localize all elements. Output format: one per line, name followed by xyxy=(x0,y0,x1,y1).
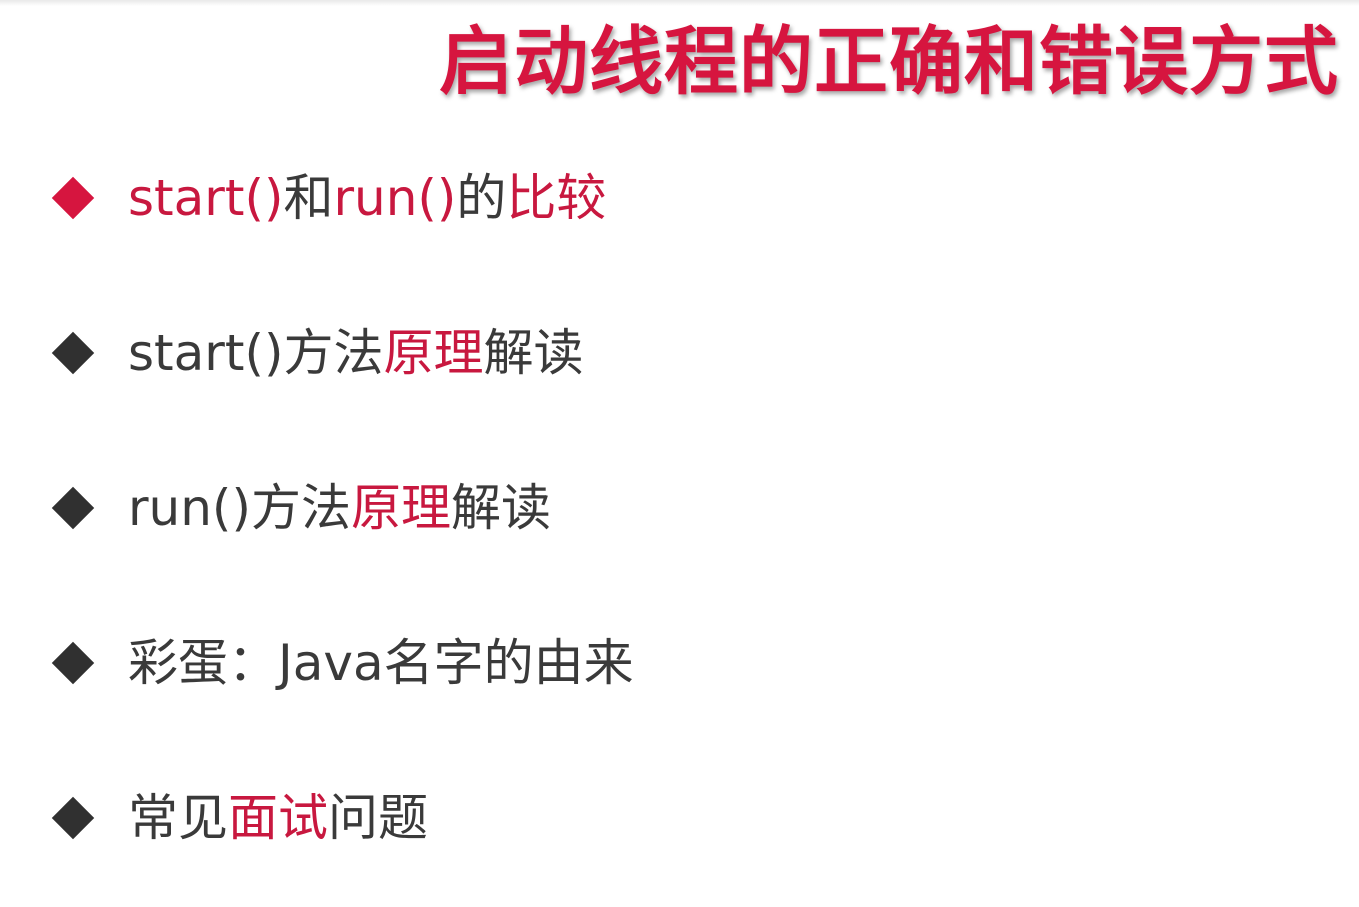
bullet-item-start-method-principle: start()方法原理解读 xyxy=(51,313,583,393)
bullet-segment: 面试 xyxy=(228,789,328,847)
bullet-text: start()方法原理解读 xyxy=(128,313,583,393)
bullet-item-start-run-comparison: start()和run()的比较 xyxy=(51,158,606,238)
bullet-text: start()和run()的比较 xyxy=(128,158,606,238)
bullet-item-java-name-origin: 彩蛋：Java名字的由来 xyxy=(51,623,634,703)
bullet-segment: run()方法 xyxy=(128,479,351,537)
diamond-bullet-icon xyxy=(51,486,95,530)
diamond-bullet-icon xyxy=(51,796,95,840)
bullet-text: run()方法原理解读 xyxy=(128,468,551,548)
diamond-bullet-icon xyxy=(51,176,95,220)
bullet-segment: 的 xyxy=(456,169,507,227)
bullet-item-run-method-principle: run()方法原理解读 xyxy=(51,468,551,548)
bullet-segment: start() xyxy=(128,169,284,227)
slide-top-edge xyxy=(0,0,1359,6)
bullet-segment: 原理 xyxy=(350,479,451,537)
bullet-segment: 原理 xyxy=(383,324,484,382)
bullet-segment: 问题 xyxy=(328,789,428,847)
bullet-segment: 解读 xyxy=(450,479,551,537)
bullet-segment: 比较 xyxy=(506,169,607,227)
bullet-segment: run() xyxy=(333,169,457,227)
bullet-segment: start()方法 xyxy=(128,324,384,382)
bullet-segment: 彩蛋：Java名字的由来 xyxy=(128,634,634,692)
diamond-bullet-icon xyxy=(51,331,95,375)
slide-title: 启动线程的正确和错误方式 xyxy=(439,19,1339,105)
bullet-item-interview-questions: 常见面试问题 xyxy=(51,778,428,858)
bullet-text: 常见面试问题 xyxy=(128,778,428,858)
bullet-segment: 常见 xyxy=(128,789,228,847)
bullet-segment: 解读 xyxy=(483,324,584,382)
bullet-segment: 和 xyxy=(283,169,334,227)
bullet-text: 彩蛋：Java名字的由来 xyxy=(128,623,634,703)
diamond-bullet-icon xyxy=(51,641,95,685)
